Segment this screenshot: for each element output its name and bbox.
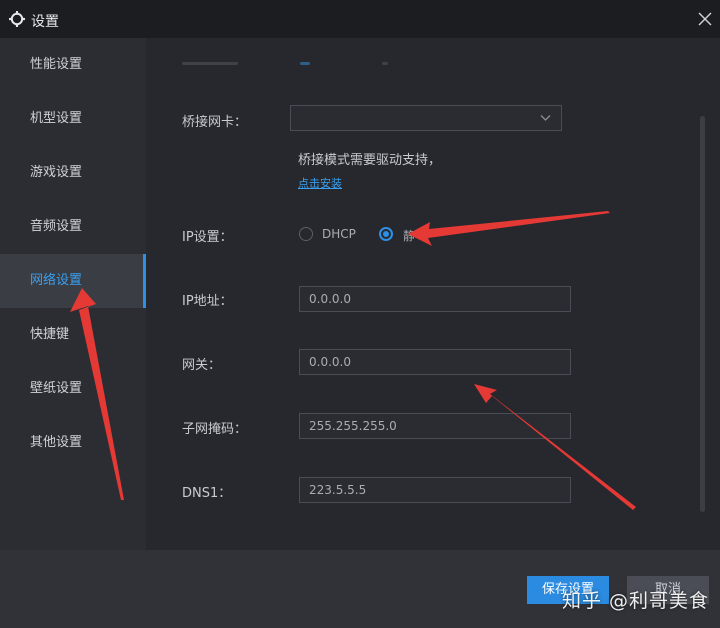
- window-title: 设置: [31, 14, 59, 30]
- ip-address-label: IP地址：: [182, 294, 233, 309]
- sidebar-item-other[interactable]: 其他设置: [0, 416, 146, 470]
- dns1-label: DNS1：: [182, 486, 232, 501]
- sidebar-item-shortcuts[interactable]: 快捷键: [0, 308, 146, 362]
- gear-icon: [9, 11, 25, 27]
- ip-address-input[interactable]: 0.0.0.0: [299, 286, 571, 312]
- sidebar-item-label: 音频设置: [30, 219, 83, 234]
- dhcp-radio-label[interactable]: DHCP: [322, 227, 356, 241]
- install-driver-link[interactable]: 点击安装: [298, 175, 342, 191]
- sidebar-item-audio[interactable]: 音频设置: [0, 200, 146, 254]
- sidebar-item-label: 游戏设置: [30, 165, 83, 180]
- sidebar-item-game[interactable]: 游戏设置: [0, 146, 146, 200]
- sidebar-item-device-model[interactable]: 机型设置: [0, 92, 146, 146]
- sidebar-item-label: 机型设置: [30, 111, 83, 126]
- watermark-text: 知乎 @利哥美食: [562, 590, 710, 612]
- dhcp-radio[interactable]: [299, 227, 313, 241]
- subnet-mask-label: 子网掩码：: [182, 422, 248, 437]
- sidebar-item-label: 快捷键: [30, 327, 70, 342]
- sidebar-item-label: 性能设置: [30, 57, 83, 72]
- subnet-mask-input[interactable]: 255.255.255.0: [299, 413, 571, 439]
- title-bar: 设置: [0, 0, 720, 38]
- sidebar-item-label: 壁纸设置: [30, 381, 83, 396]
- bridge-card-select[interactable]: [290, 105, 562, 131]
- sidebar-item-performance[interactable]: 性能设置: [0, 38, 146, 92]
- bridge-driver-hint: 桥接模式需要驱动支持，: [298, 153, 442, 168]
- static-ip-radio[interactable]: [379, 227, 393, 241]
- gateway-input[interactable]: 0.0.0.0: [299, 349, 571, 375]
- sidebar-item-wallpaper[interactable]: 壁纸设置: [0, 362, 146, 416]
- dns1-input[interactable]: 223.5.5.5: [299, 477, 571, 503]
- static-ip-radio-label[interactable]: 静: [403, 227, 415, 244]
- vertical-scrollbar[interactable]: [700, 116, 705, 512]
- network-settings-panel: 桥接网卡： 桥接模式需要驱动支持， 点击安装 IP设置： DHCP 静 IP地址…: [146, 38, 720, 550]
- scrolled-off-row: [182, 60, 402, 68]
- chevron-down-icon: [540, 115, 551, 121]
- gateway-label: 网关：: [182, 358, 222, 373]
- ip-setting-label: IP设置：: [182, 230, 233, 245]
- sidebar-item-label: 网络设置: [30, 273, 83, 288]
- bridge-card-label: 桥接网卡：: [182, 115, 248, 130]
- settings-sidebar: 性能设置 机型设置 游戏设置 音频设置 网络设置 快捷键 壁纸设置 其他设置: [0, 38, 146, 550]
- close-icon[interactable]: [694, 8, 716, 30]
- sidebar-item-label: 其他设置: [30, 435, 83, 450]
- sidebar-item-network[interactable]: 网络设置: [0, 254, 146, 308]
